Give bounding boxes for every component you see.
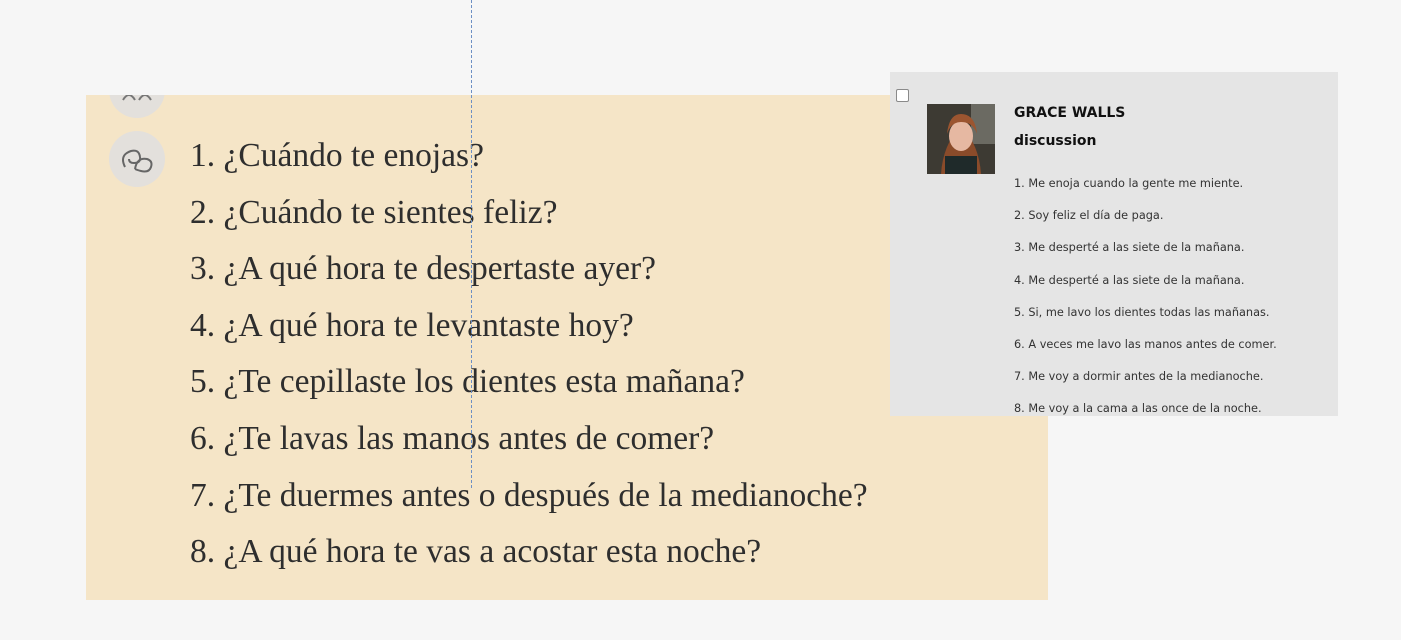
answer-item: 4. Me desperté a las siete de la mañana. bbox=[1014, 273, 1245, 287]
author-name: GRACE WALLS bbox=[1014, 105, 1126, 121]
answer-item: 1. Me enoja cuando la gente me miente. bbox=[1014, 177, 1244, 190]
answer-item: 6. A veces me lavo las manos antes de co… bbox=[1014, 338, 1277, 352]
discussion-icon bbox=[109, 131, 165, 187]
answer-item: 8. Me voy a la cama a las once de la noc… bbox=[1014, 402, 1262, 416]
question-item: 1. ¿Cuándo te enojas? bbox=[190, 137, 484, 174]
question-item: 8. ¿A qué hora te vas a acostar esta noc… bbox=[190, 533, 762, 571]
answer-item: 3. Me desperté a las siete de la mañana. bbox=[1014, 241, 1245, 255]
question-item: 6. ¿Te lavas las manos antes de comer? bbox=[190, 419, 715, 457]
select-checkbox[interactable] bbox=[896, 89, 909, 102]
answer-item: 2. Soy feliz el día de paga. bbox=[1014, 209, 1164, 223]
comment-subtitle: discussion bbox=[1014, 133, 1097, 149]
question-item: 2. ¿Cuándo te sientes feliz? bbox=[190, 193, 558, 231]
pair-activity-icon bbox=[109, 95, 165, 118]
pair-activity-icon-clip bbox=[86, 95, 186, 119]
column-guide-line bbox=[471, 0, 472, 488]
answer-item: 5. Si, me lavo los dientes todas las mañ… bbox=[1014, 305, 1270, 319]
avatar bbox=[927, 104, 995, 174]
question-item: 7. ¿Te duermes antes o después de la med… bbox=[190, 476, 868, 514]
comment-card[interactable]: GRACE WALLS discussion 1. Me enoja cuand… bbox=[890, 72, 1338, 416]
answer-item: 7. Me voy a dormir antes de la medianoch… bbox=[1014, 370, 1264, 384]
question-list: 1. ¿Cuándo te enojas? 2. ¿Cuándo te sien… bbox=[190, 128, 868, 581]
question-item: 5. ¿Te cepillaste los dientes esta mañan… bbox=[190, 363, 745, 401]
question-item: 3. ¿A qué hora te despertaste ayer? bbox=[190, 250, 656, 288]
question-item: 4. ¿A qué hora te levantaste hoy? bbox=[190, 306, 634, 344]
answer-list: 1. Me enoja cuando la gente me miente. 2… bbox=[1014, 168, 1277, 426]
